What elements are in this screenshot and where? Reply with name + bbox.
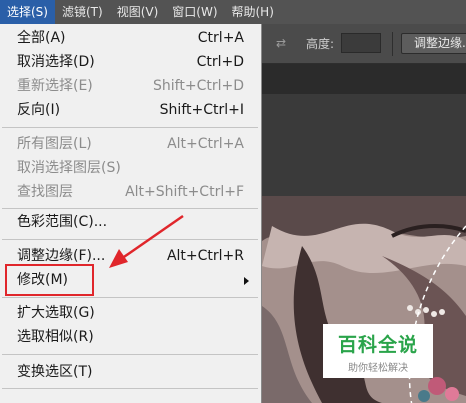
annotation-arrow-icon <box>109 214 184 268</box>
